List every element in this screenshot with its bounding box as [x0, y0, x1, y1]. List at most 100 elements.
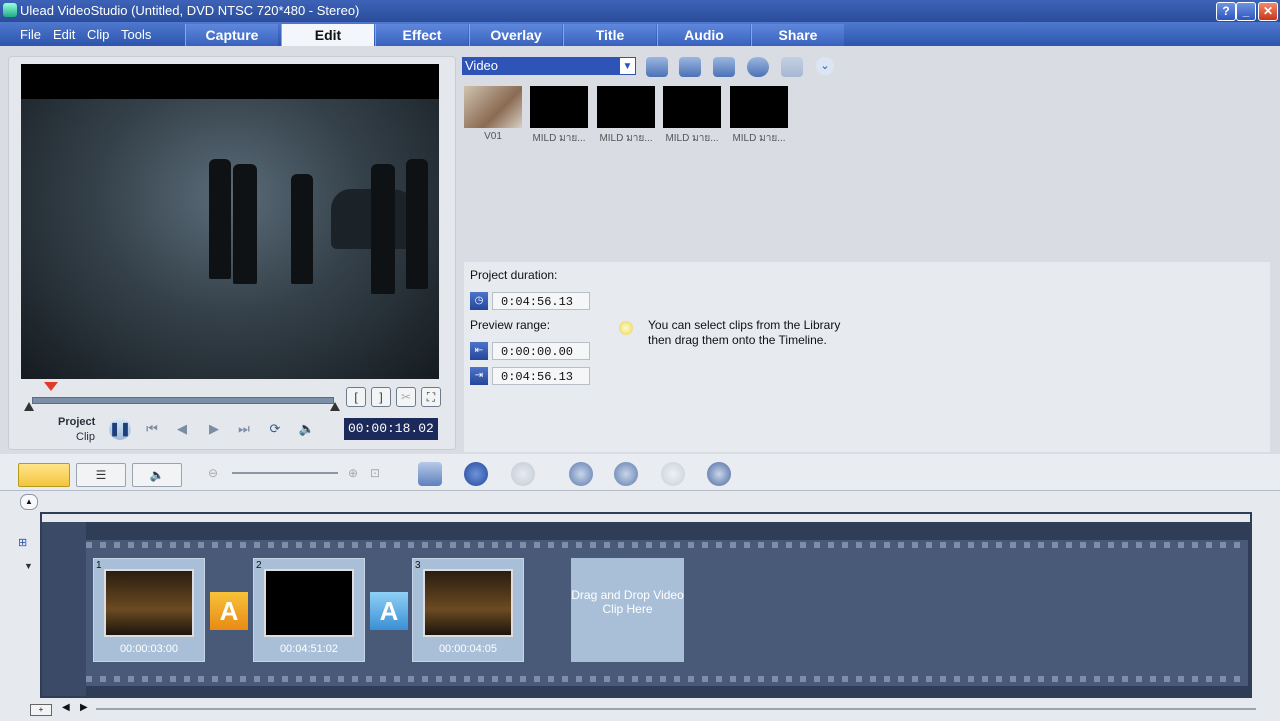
clip-thumbnail	[104, 569, 194, 637]
video-frame	[21, 99, 439, 379]
timeline-clip[interactable]: 2 00:04:51:02	[253, 558, 365, 662]
end-icon[interactable]: ⏭	[233, 418, 255, 440]
library-thumbnail[interactable]: MILD มาย...	[663, 86, 721, 146]
timecode-display[interactable]: 00:00:18.02	[344, 418, 438, 440]
batch-convert-icon[interactable]	[614, 462, 638, 486]
volume-icon[interactable]: 🔈	[296, 418, 318, 440]
previous-frame-icon[interactable]: ◀	[171, 418, 193, 440]
tab-edit[interactable]: Edit	[281, 24, 374, 46]
range-end-field[interactable]: 0:04:56.13	[492, 367, 590, 385]
zoom-in-icon[interactable]: ⊕	[348, 466, 358, 480]
library-thumbnail[interactable]: MILD มาย...	[530, 86, 588, 146]
chevron-down-icon[interactable]: ▼	[619, 57, 636, 75]
transition[interactable]: A	[210, 592, 248, 630]
library-thumbnail[interactable]: V01	[464, 86, 522, 146]
film-perforation-top	[86, 542, 1248, 548]
library-thumbnail[interactable]: MILD มาย...	[730, 86, 788, 146]
project-duration-field[interactable]: 0:04:56.13	[492, 292, 590, 310]
tab-capture[interactable]: Capture	[185, 24, 278, 46]
cut-clip-icon[interactable]: ✂	[396, 387, 416, 407]
enlarge-preview-icon[interactable]: ⛶	[421, 387, 441, 407]
title-bar: Ulead VideoStudio (Untitled, DVD NTSC 72…	[0, 0, 1280, 22]
menu-tools[interactable]: Tools	[121, 27, 151, 42]
window-title: Ulead VideoStudio (Untitled, DVD NTSC 72…	[20, 3, 360, 18]
redo-icon[interactable]	[511, 462, 535, 486]
clip-duration: 00:04:51:02	[279, 643, 339, 655]
tab-title[interactable]: Title	[563, 24, 656, 46]
pause-icon[interactable]: ❚❚	[109, 418, 131, 440]
drop-zone[interactable]: Drag and Drop Video Clip Here	[571, 558, 684, 662]
thumbnail-caption: MILD มาย...	[732, 133, 786, 144]
collapse-icon[interactable]: ▲	[20, 494, 38, 510]
range-start-icon: ⇤	[470, 342, 488, 360]
thumbnail-caption: MILD มาย...	[665, 133, 719, 144]
disabled-icon	[781, 57, 803, 77]
minimize-button[interactable]: _	[1236, 2, 1256, 21]
zoom-slider[interactable]	[232, 472, 338, 474]
tab-audio[interactable]: Audio	[657, 24, 750, 46]
library-category-value: Video	[465, 58, 499, 73]
mark-out-button[interactable]: ]	[371, 387, 391, 407]
timeline-toolbar	[0, 454, 1280, 494]
insert-media-icon[interactable]	[418, 462, 442, 486]
app-icon	[3, 3, 17, 17]
undo-icon[interactable]	[464, 462, 488, 486]
add-track-icon[interactable]: +	[30, 704, 52, 716]
menu-file[interactable]: File	[20, 27, 41, 42]
scrub-marker[interactable]	[44, 382, 58, 391]
clip-thumbnail	[264, 569, 354, 637]
tab-effect[interactable]: Effect	[375, 24, 468, 46]
library-category-select[interactable]: Video ▼	[462, 57, 636, 75]
mode-clip[interactable]: Clip	[76, 431, 95, 443]
library-thumbnail[interactable]: MILD มาย...	[597, 86, 655, 146]
help-button[interactable]: ?	[1216, 2, 1236, 21]
mode-project[interactable]: Project	[58, 416, 95, 428]
timeline-clip[interactable]: 3 00:00:04:05	[412, 558, 524, 662]
storyboard-view-button[interactable]	[18, 463, 70, 487]
smart-proxy-icon[interactable]	[569, 462, 593, 486]
timeline-clip[interactable]: 1 00:00:03:00	[93, 558, 205, 662]
timeline-scrollbar[interactable]	[96, 708, 1256, 710]
track-header	[42, 522, 86, 696]
tip-line-2: then drag them onto the Timeline.	[648, 333, 827, 347]
scroll-right-icon[interactable]: ▶	[80, 702, 88, 713]
transition[interactable]: A	[370, 592, 408, 630]
library-manager-icon[interactable]	[713, 57, 735, 77]
track-manager-icon[interactable]: ⊞	[18, 536, 38, 550]
expand-icon[interactable]: ⌄	[816, 57, 834, 75]
trim-start-handle[interactable]	[24, 402, 34, 411]
tab-overlay[interactable]: Overlay	[469, 24, 562, 46]
auto-music-icon[interactable]	[661, 462, 685, 486]
home-icon[interactable]: ⏮	[141, 418, 163, 440]
track-menu-icon[interactable]: ▼	[24, 561, 33, 571]
audio-view-button[interactable]: 🔈	[132, 463, 182, 487]
close-button[interactable]: ✕	[1258, 2, 1278, 21]
project-duration-label: Project duration:	[470, 268, 558, 282]
menu-clip[interactable]: Clip	[87, 27, 109, 42]
clip-duration: 00:00:04:05	[438, 643, 498, 655]
refresh-icon[interactable]	[747, 57, 769, 77]
folder-icon[interactable]	[646, 57, 668, 77]
surround-sound-icon[interactable]	[707, 462, 731, 486]
preview-range-label: Preview range:	[470, 318, 551, 332]
trim-end-handle[interactable]	[330, 402, 340, 411]
scrub-bar[interactable]	[32, 397, 334, 404]
timeline-view-button[interactable]: ☰	[76, 463, 126, 487]
clip-duration: 00:00:03:00	[119, 643, 179, 655]
range-start-field[interactable]: 0:00:00.00	[492, 342, 590, 360]
scroll-left-icon[interactable]: ◀	[62, 702, 70, 713]
timeline-ruler	[42, 514, 1250, 522]
menu-edit[interactable]: Edit	[53, 27, 75, 42]
menu-bar: File Edit Clip Tools Capture Edit Effect…	[0, 22, 1280, 46]
import-icon[interactable]	[679, 57, 701, 77]
thumbnail-caption: V01	[484, 131, 502, 142]
repeat-icon[interactable]: ⟳	[264, 418, 286, 440]
thumbnail-image	[663, 86, 721, 128]
mark-in-button[interactable]: [	[346, 387, 366, 407]
lightbulb-icon	[619, 321, 633, 335]
zoom-out-icon[interactable]: ⊖	[208, 466, 218, 480]
fit-project-icon[interactable]: ⊡	[370, 466, 380, 480]
tab-share[interactable]: Share	[751, 24, 844, 46]
next-frame-icon[interactable]: ▶	[203, 418, 225, 440]
thumbnail-image	[730, 86, 788, 128]
